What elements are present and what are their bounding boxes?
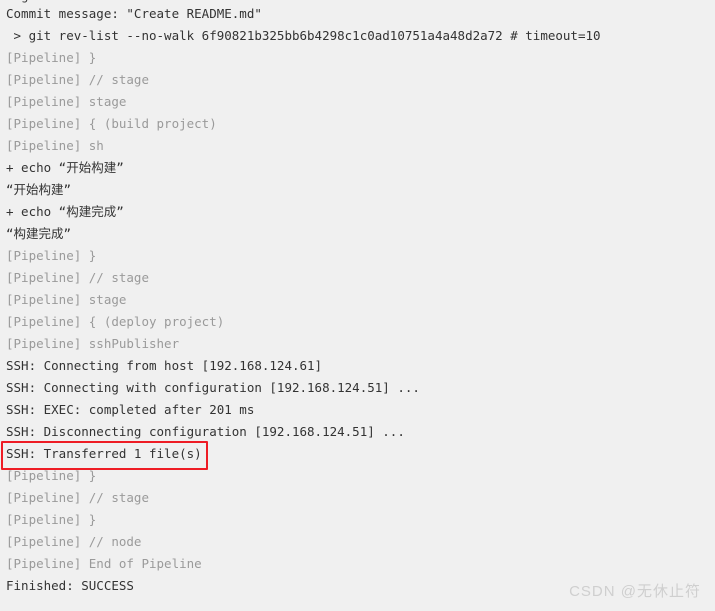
console-line: “构建完成” — [6, 226, 72, 241]
console-line: [Pipeline] stage — [6, 292, 127, 307]
console-line: [Pipeline] stage — [6, 94, 127, 109]
console-line: “开始构建” — [6, 182, 72, 197]
console-line: [Pipeline] // node — [6, 534, 142, 549]
console-line: SSH: Transferred 1 file(s) — [6, 446, 202, 461]
console-line: [Pipeline] // stage — [6, 270, 149, 285]
console-line: SSH: EXEC: completed after 201 ms — [6, 402, 255, 417]
console-line: [Pipeline] } — [6, 512, 97, 527]
console-line: SSH: Connecting with configuration [192.… — [6, 380, 420, 395]
console-line: [Pipeline] } — [6, 468, 97, 483]
csdn-watermark: CSDN @无休止符 — [569, 583, 701, 600]
console-line: + echo “构建完成” — [6, 204, 124, 219]
console-line: Commit message: "Create README.md" — [6, 6, 262, 21]
console-line: [Pipeline] sh — [6, 138, 104, 153]
console-line: [Pipeline] // stage — [6, 490, 149, 505]
console-line: + echo “开始构建” — [6, 160, 124, 175]
console-line: [Pipeline] // stage — [6, 72, 149, 87]
console-line: SSH: Connecting from host [192.168.124.6… — [6, 358, 323, 373]
console-line: [Pipeline] } — [6, 50, 97, 65]
console-line: [Pipeline] } — [6, 248, 97, 263]
console-line: [Pipeline] { (deploy project) — [6, 314, 225, 329]
console-line: [Pipeline] { (build project) — [6, 116, 217, 131]
console-log-lines: Commit message: "Create README.md" > git… — [0, 3, 715, 597]
console-line: SSH: Disconnecting configuration [192.16… — [6, 424, 405, 439]
jenkins-console-output: g Commit message: "Create README.md" > g… — [0, 0, 715, 611]
console-line: > git rev-list --no-walk 6f90821b325bb6b… — [6, 28, 601, 43]
console-line: [Pipeline] End of Pipeline — [6, 556, 202, 571]
console-line: [Pipeline] sshPublisher — [6, 336, 180, 351]
